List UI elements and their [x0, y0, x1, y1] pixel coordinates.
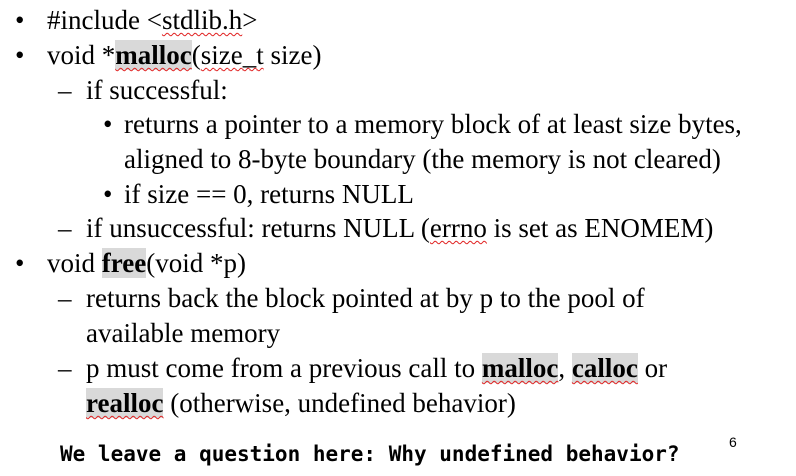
- dash-icon: –: [58, 353, 72, 383]
- dash-icon: –: [58, 283, 72, 313]
- stdlib-header: stdlib.h: [161, 5, 243, 35]
- p-must-pre: p must come from a previous call to: [86, 353, 482, 383]
- malloc-sig-pre: void *: [47, 40, 116, 70]
- malloc-sig-post: size): [263, 40, 322, 70]
- if-successful-line: if successful:: [86, 75, 228, 105]
- dash-icon: –: [58, 213, 72, 243]
- p-must-come-line: p must come from a previous call to mall…: [86, 352, 667, 385]
- malloc-sig-open: (: [191, 40, 201, 70]
- bullet-icon: •: [103, 109, 113, 139]
- dash-icon: –: [58, 75, 72, 105]
- bullet-icon: •: [15, 40, 25, 70]
- malloc-signature: void *malloc(size_t size): [47, 39, 321, 72]
- free-signature: void free(void *p): [47, 247, 246, 280]
- returns-block-line: returns back the block pointed at by p t…: [86, 283, 645, 313]
- calloc-keyword: calloc: [571, 353, 638, 383]
- malloc-keyword: malloc: [115, 40, 192, 70]
- errno-word: errno: [429, 213, 487, 243]
- free-sig-post: (void *p): [146, 248, 246, 278]
- aligned-line: aligned to 8-byte boundary (the memory i…: [124, 144, 721, 174]
- realloc-keyword: realloc: [86, 388, 164, 418]
- unsuccessful-pre: if unsuccessful: returns NULL (: [86, 213, 430, 243]
- realloc-line: realloc (otherwise, undefined behavior): [86, 387, 516, 420]
- unsuccessful-post: is set as ENOMEM): [486, 213, 714, 243]
- returns-pointer-line: returns a pointer to a memory block of a…: [124, 109, 742, 139]
- comma: ,: [558, 353, 572, 383]
- malloc-keyword-2: malloc: [481, 353, 559, 383]
- bullet-icon: •: [103, 179, 113, 209]
- question-text: We leave a question here: Why undefined …: [60, 442, 680, 466]
- bullet-icon: •: [15, 5, 25, 35]
- size-t-type: size_t: [200, 40, 264, 70]
- free-keyword: free: [101, 248, 147, 278]
- bullet-icon: •: [15, 248, 25, 278]
- p-must-post: or: [637, 353, 668, 383]
- include-line: #include <stdlib.h>: [47, 4, 257, 37]
- realloc-post: (otherwise, undefined behavior): [163, 388, 516, 418]
- include-suffix: >: [242, 5, 258, 35]
- available-memory-line: available memory: [86, 318, 281, 348]
- page-number: 6: [729, 434, 737, 450]
- free-sig-pre: void: [47, 248, 102, 278]
- include-prefix: #include <: [47, 5, 162, 35]
- size-zero-line: if size == 0, returns NULL: [124, 179, 414, 209]
- if-unsuccessful-line: if unsuccessful: returns NULL (errno is …: [86, 212, 713, 245]
